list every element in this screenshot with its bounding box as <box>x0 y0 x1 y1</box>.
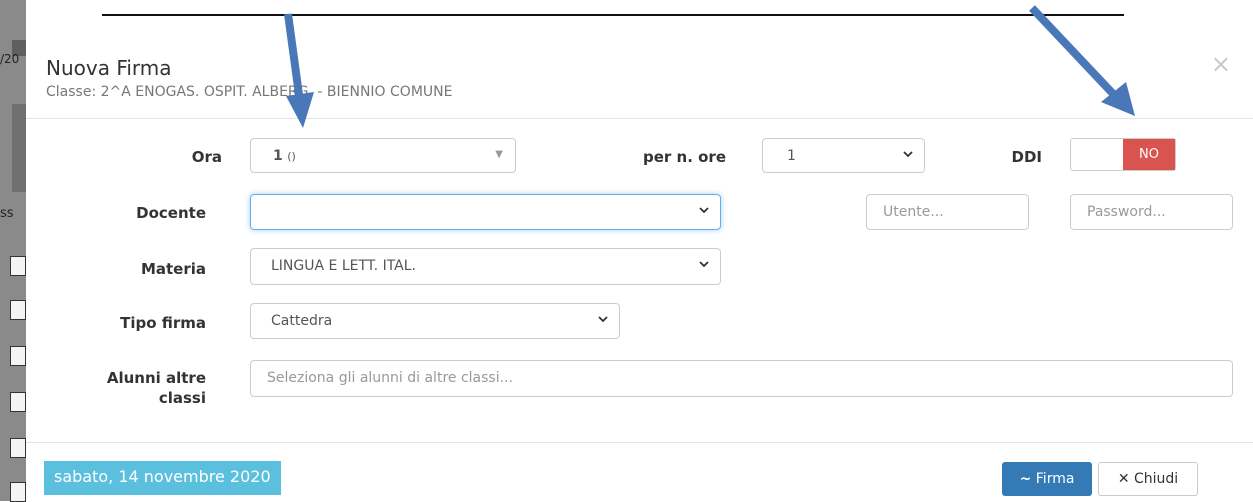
close-icon[interactable]: × <box>1211 50 1231 78</box>
signature-icon: ~ <box>1019 471 1032 487</box>
ddi-toggle[interactable]: NO <box>1070 138 1176 171</box>
ddi-label: DDI <box>1011 148 1042 166</box>
ddi-toggle-value: NO <box>1123 139 1175 170</box>
password-placeholder: Password... <box>1087 204 1166 220</box>
ora-value: 1 <box>273 148 283 164</box>
tipo-firma-label: Tipo firma <box>120 314 206 332</box>
modal-footer: sabato, 14 novembre 2020 ~ Firma ✕ Chiud… <box>26 442 1253 502</box>
background-checkbox <box>10 438 26 458</box>
date-badge: sabato, 14 novembre 2020 <box>44 461 281 495</box>
per-n-ore-label: per n. ore <box>642 148 726 166</box>
ora-label: Ora <box>191 148 222 166</box>
chevron-down-icon <box>698 258 710 274</box>
alunni-label-line1: Alunni altre <box>106 369 206 387</box>
chiudi-button-label: Chiudi <box>1134 471 1179 487</box>
caret-down-icon: ▼ <box>495 149 503 160</box>
docente-label: Docente <box>136 204 206 222</box>
alunni-select[interactable]: Seleziona gli alunni di altre classi... <box>250 360 1233 397</box>
docente-select[interactable] <box>250 194 721 230</box>
modal-header: Nuova Firma Classe: 2^A ENOGAS. OSPIT. A… <box>26 34 1253 119</box>
background-fragment: ss <box>0 206 14 221</box>
background-fragment: /20 <box>0 52 20 66</box>
document-underline <box>102 14 1124 16</box>
background-block <box>12 104 26 192</box>
chevron-down-icon <box>902 148 914 164</box>
nuova-firma-modal: Nuova Firma Classe: 2^A ENOGAS. OSPIT. A… <box>26 34 1253 501</box>
alunni-placeholder: Seleziona gli alunni di altre classi... <box>267 370 513 386</box>
per-n-ore-select[interactable]: 1 <box>762 138 925 173</box>
firma-button[interactable]: ~ Firma <box>1002 462 1092 496</box>
background-checkbox <box>10 256 26 276</box>
modal-title: Nuova Firma <box>46 56 172 80</box>
utente-placeholder: Utente... <box>883 204 944 220</box>
materia-value: LINGUA E LETT. ITAL. <box>271 258 416 274</box>
close-icon: ✕ <box>1117 471 1130 487</box>
background-checkbox <box>10 300 26 320</box>
background-page: /20 ss <box>0 0 26 502</box>
background-checkbox <box>10 346 26 366</box>
background-checkbox <box>10 392 26 412</box>
per-n-ore-value: 1 <box>787 148 796 164</box>
ora-value-extra: () <box>287 150 296 163</box>
chiudi-button[interactable]: ✕ Chiudi <box>1098 462 1198 496</box>
firma-button-label: Firma <box>1035 471 1075 487</box>
materia-label: Materia <box>140 260 206 278</box>
ora-select[interactable]: 1 () ▼ <box>250 138 516 173</box>
password-input[interactable]: Password... <box>1070 194 1233 230</box>
chevron-down-icon <box>698 204 710 220</box>
tipo-firma-select[interactable]: Cattedra <box>250 303 620 339</box>
materia-select[interactable]: LINGUA E LETT. ITAL. <box>250 248 721 285</box>
background-checkbox <box>10 482 26 502</box>
tipo-firma-value: Cattedra <box>271 313 333 329</box>
alunni-label: Alunni altre classi <box>66 368 206 408</box>
modal-subtitle: Classe: 2^A ENOGAS. OSPIT. ALBERG. - BIE… <box>46 84 453 100</box>
alunni-label-line2: classi <box>158 389 206 407</box>
utente-input[interactable]: Utente... <box>866 194 1029 230</box>
chevron-down-icon <box>597 313 609 329</box>
